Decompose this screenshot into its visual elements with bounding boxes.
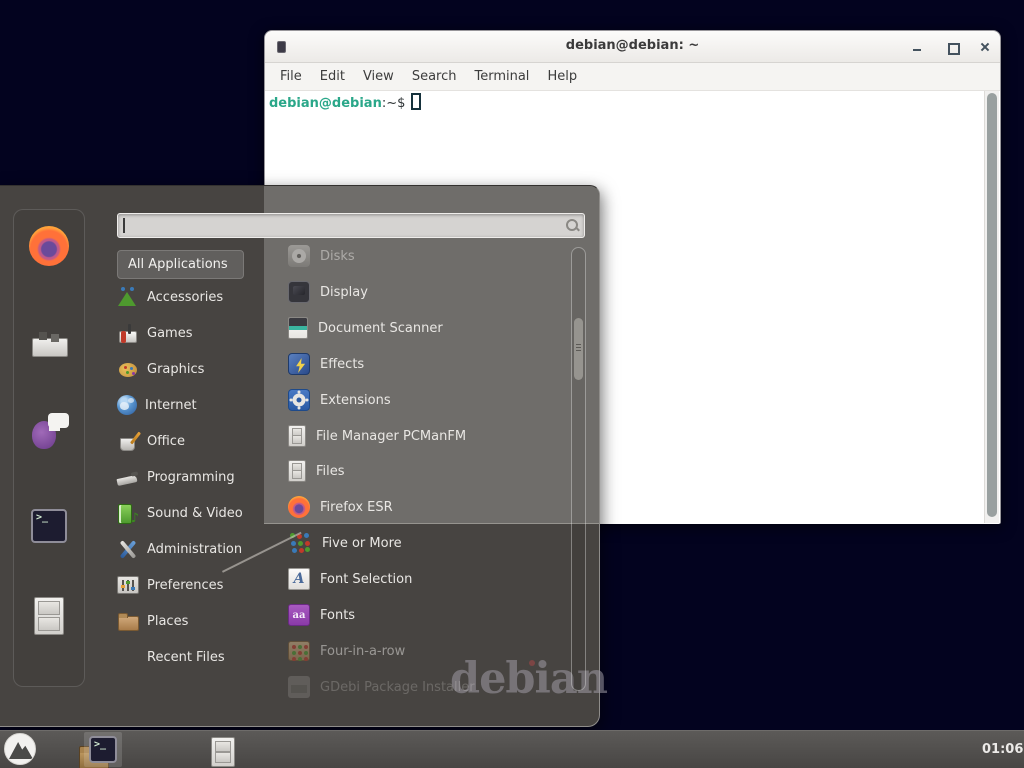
extensions-icon <box>288 389 310 411</box>
app-font-selection[interactable]: Font Selection <box>288 565 580 593</box>
prompt-path: :~$ <box>382 96 406 111</box>
accessories-icon <box>117 287 139 307</box>
terminal-cursor <box>411 93 421 110</box>
gdebi-icon <box>288 676 310 698</box>
search-caret <box>123 218 125 233</box>
administration-icon <box>117 539 139 560</box>
prompt-user-host: debian@debian <box>269 96 382 111</box>
favorite-pidgin-icon[interactable] <box>29 411 69 451</box>
maximize-icon[interactable] <box>946 41 958 53</box>
recent-files-spacer <box>117 648 139 666</box>
document-scanner-icon <box>288 317 308 339</box>
category-office[interactable]: Office <box>117 427 282 455</box>
effects-icon <box>288 353 310 375</box>
favorites-panel <box>13 209 85 687</box>
app-effects[interactable]: Effects <box>288 350 580 378</box>
search-icon <box>565 218 580 233</box>
search-input[interactable] <box>117 213 585 238</box>
app-disks[interactable]: Disks <box>288 242 580 270</box>
app-four-in-a-row[interactable]: Four-in-a-row <box>288 637 580 665</box>
desktop: debian@debian: ~ File Edit View Search T… <box>0 0 1024 768</box>
menu-terminal[interactable]: Terminal <box>465 65 538 88</box>
favorite-terminal-icon[interactable] <box>31 509 67 543</box>
favorite-file-manager-icon[interactable] <box>34 597 64 635</box>
category-internet[interactable]: Internet <box>117 391 282 419</box>
favorite-firefox-icon[interactable] <box>29 226 69 266</box>
app-five-or-more[interactable]: Five or More <box>288 529 580 557</box>
category-preferences[interactable]: Preferences <box>117 571 282 599</box>
fonts-icon <box>288 604 310 626</box>
menu-view[interactable]: View <box>354 65 403 88</box>
menu-search[interactable]: Search <box>403 65 466 88</box>
font-selection-icon <box>288 568 310 590</box>
display-icon <box>288 281 310 303</box>
app-files[interactable]: Files <box>288 457 580 485</box>
file-manager-icon <box>288 425 306 447</box>
category-places[interactable]: Places <box>117 607 282 635</box>
disks-icon <box>288 245 310 267</box>
menu-help[interactable]: Help <box>538 65 586 88</box>
filter-all-applications[interactable]: All Applications <box>117 250 244 279</box>
minimize-icon[interactable] <box>911 41 923 53</box>
graphics-icon <box>117 359 139 380</box>
app-gdebi-package-installer[interactable]: GDebi Package Installer <box>288 673 580 701</box>
close-icon[interactable] <box>979 41 991 53</box>
category-programming[interactable]: Programming <box>117 463 282 491</box>
menu-button[interactable] <box>4 733 36 765</box>
favorite-package-manager-icon[interactable] <box>30 329 68 359</box>
app-fonts[interactable]: Fonts <box>288 601 580 629</box>
places-icon <box>117 612 139 630</box>
terminal-launcher[interactable] <box>84 732 122 767</box>
games-icon <box>117 323 139 344</box>
menu-file[interactable]: File <box>271 65 311 88</box>
file-cabinet-launcher[interactable] <box>211 737 235 767</box>
four-in-a-row-icon <box>288 641 310 661</box>
category-games[interactable]: Games <box>117 319 282 347</box>
category-recent-files[interactable]: Recent Files <box>117 643 282 671</box>
menu-edit[interactable]: Edit <box>311 65 354 88</box>
terminal-titlebar[interactable]: debian@debian: ~ <box>265 31 1000 63</box>
terminal-prompt: debian@debian:~$ <box>269 93 421 111</box>
app-document-scanner[interactable]: Document Scanner <box>288 314 580 342</box>
app-extensions[interactable]: Extensions <box>288 386 580 414</box>
sound-video-icon <box>117 503 139 524</box>
office-icon <box>117 431 139 452</box>
clock[interactable]: 01:06 <box>982 742 1023 757</box>
terminal-scrollbar[interactable] <box>984 91 999 523</box>
app-firefox-esr[interactable]: Firefox ESR <box>288 493 580 521</box>
category-graphics[interactable]: Graphics <box>117 355 282 383</box>
terminal-scrollbar-thumb[interactable] <box>987 93 997 517</box>
terminal-icon <box>89 736 117 763</box>
programming-icon <box>117 467 139 488</box>
menu-scrollbar-thumb[interactable] <box>574 318 583 380</box>
app-display[interactable]: Display <box>288 278 580 306</box>
category-accessories[interactable]: Accessories <box>117 283 282 311</box>
application-menu: debian All Applications Accessories Game… <box>0 185 600 727</box>
category-sound-video[interactable]: Sound & Video <box>117 499 282 527</box>
terminal-title: debian@debian: ~ <box>265 38 1000 53</box>
firefox-icon <box>288 496 310 518</box>
five-or-more-icon <box>288 531 312 555</box>
terminal-menubar: File Edit View Search Terminal Help <box>265 63 1000 91</box>
category-administration[interactable]: Administration <box>117 535 282 563</box>
taskbar: 01:06 <box>0 730 1024 768</box>
menu-scrollbar[interactable] <box>571 247 586 691</box>
internet-icon <box>117 395 137 415</box>
files-icon <box>288 460 306 482</box>
app-file-manager-pcmanfm[interactable]: File Manager PCManFM <box>288 422 580 450</box>
preferences-icon <box>117 576 139 594</box>
